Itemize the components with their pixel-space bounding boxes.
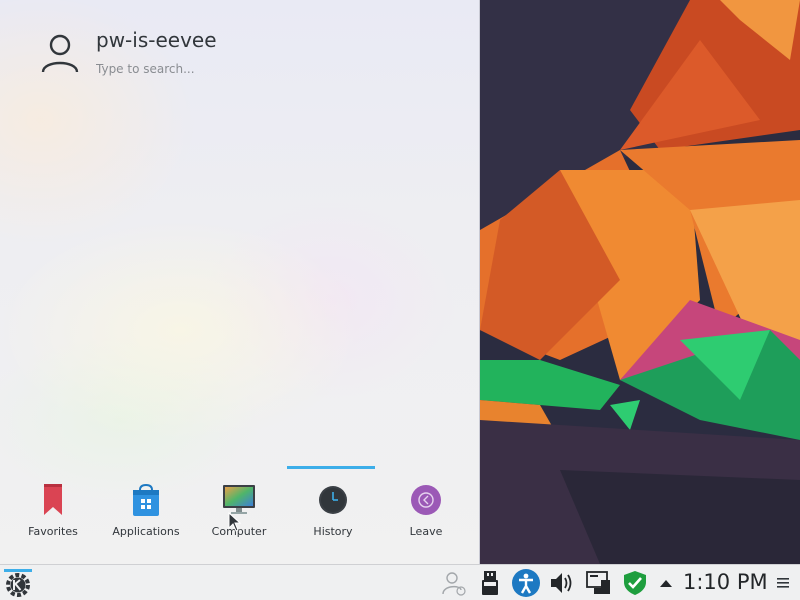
accessibility-icon [512, 569, 540, 597]
panel-options-button[interactable] [772, 569, 794, 597]
search-input[interactable] [96, 62, 396, 76]
application-launcher-panel: pw-is-eevee Favorites Applications [0, 0, 480, 564]
taskbar: 1:10 PM [0, 564, 800, 600]
kde-gear-icon [4, 569, 32, 597]
tab-applications[interactable]: Applications [100, 466, 192, 546]
show-hidden-icons-button[interactable] [657, 569, 675, 597]
tab-label: Leave [409, 525, 443, 538]
leave-icon [409, 483, 443, 517]
removable-device-button[interactable] [478, 569, 502, 597]
user-switch-button[interactable] [440, 569, 468, 597]
launcher-tab-bar: Favorites Applications Computer History … [0, 466, 480, 546]
accessibility-button[interactable] [510, 569, 542, 597]
tab-label: Favorites [28, 525, 78, 538]
volume-button[interactable] [548, 569, 576, 597]
tab-favorites[interactable]: Favorites [7, 466, 99, 546]
tab-history[interactable]: History [287, 466, 379, 546]
shield-check-icon [624, 571, 646, 595]
clock-icon [316, 483, 350, 517]
computer-monitor-icon [222, 483, 256, 517]
expand-tray-arrow-icon [660, 580, 672, 587]
tab-label: Computer [211, 525, 267, 538]
network-button[interactable] [584, 569, 612, 597]
user-avatar-icon[interactable] [38, 32, 82, 76]
tab-computer[interactable]: Computer [193, 466, 285, 546]
tab-leave[interactable]: Leave [380, 466, 472, 546]
network-icon [586, 571, 610, 594]
username-label: pw-is-eevee [96, 28, 217, 52]
security-status-button[interactable] [621, 569, 649, 597]
volume-icon [551, 573, 572, 593]
hamburger-menu-icon [777, 578, 789, 588]
tab-label: Applications [112, 525, 180, 538]
applications-grid-icon [129, 483, 163, 517]
tab-label: History [313, 525, 353, 538]
usb-drive-icon [482, 571, 498, 595]
user-header: pw-is-eevee [38, 28, 396, 76]
kde-launcher-button[interactable] [3, 569, 33, 597]
user-switch-icon [442, 572, 466, 596]
clock[interactable]: 1:10 PM [683, 570, 768, 594]
bookmark-icon [36, 483, 70, 517]
